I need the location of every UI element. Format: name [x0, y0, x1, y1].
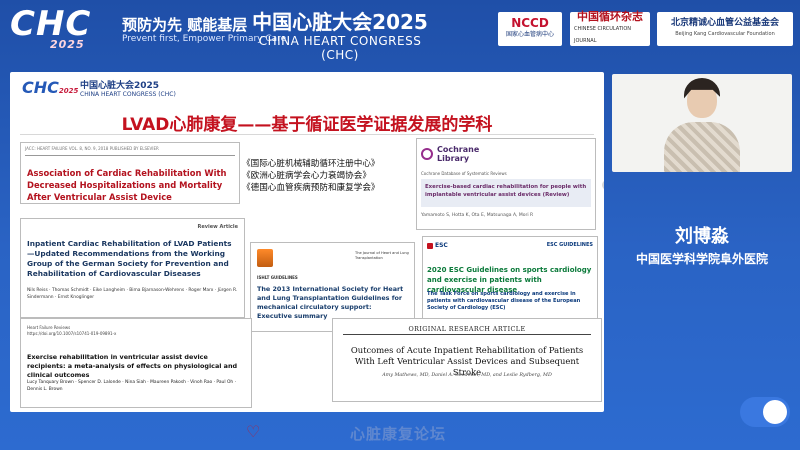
congress-title-english: CHINA HEART CONGRESS (CHC) — [258, 34, 422, 62]
heart-logo-icon: ♡ — [246, 422, 261, 441]
meta-divider — [25, 155, 235, 156]
toggle-switch[interactable] — [740, 397, 790, 427]
presentation-slide: CHC2025 中国心脏大会2025 CHINA HEART CONGRESS … — [10, 72, 604, 412]
speaker-body — [664, 122, 740, 172]
paper-title: Inpatient Cardiac Rehabilitation of LVAD… — [27, 239, 232, 278]
paper-title: The 2013 International Society for Heart… — [257, 285, 404, 320]
article-type-tag: Review Article — [197, 224, 238, 230]
slide-logo-chinese: 中国心脏大会2025 — [80, 81, 160, 91]
guideline-label: ISHLT GUIDELINES — [257, 275, 298, 280]
paper-title: Exercise-based cardiac rehabilitation fo… — [421, 179, 591, 207]
esc-guidelines-label: ESC GUIDELINES — [546, 242, 593, 248]
cochrane-header: Cochrane Library — [421, 145, 479, 163]
paper-authors: Lucy Tanquary Brown · Spencer D. Lalonde… — [27, 380, 236, 392]
paper-card-inpatient-rehab: Review Article Inpatient Cardiac Rehabil… — [20, 218, 245, 318]
nccd-logo-text: NCCD — [511, 16, 549, 30]
article-type-label: ORIGINAL RESEARCH ARTICLE — [408, 325, 526, 333]
forum-name: 心脏康复论坛 — [350, 425, 447, 443]
cochrane-logo-icon — [421, 148, 433, 160]
title-divider — [20, 134, 594, 135]
slide-logo-english: CHINA HEART CONGRESS (CHC) — [80, 91, 176, 98]
organization-item: 《德国心血管疾病预防和康复学会》 — [242, 183, 380, 193]
esc-header: ESC ESC GUIDELINES — [427, 242, 593, 252]
foundation-logo: 北京精诚心血管公益基金会 Beijing Kang Cardiovascular… — [657, 12, 793, 46]
journal-name: Heart Failure Reviews — [27, 325, 71, 330]
nccd-logo-subtext: 国家心血管病中心 — [505, 31, 554, 38]
speaker-figure — [662, 78, 742, 172]
paper-authors: Amy Mathews, MD, Daniel A. Goodman, MD, … — [382, 373, 552, 378]
slide-next-arrow-icon[interactable]: › — [602, 180, 604, 190]
paper-card-jacc: JACC: HEART FAILURE VOL. 8, NO. 9, 2018 … — [20, 142, 240, 204]
journal-logo-subtext: CHINESE CIRCULATION JOURNAL — [574, 26, 632, 44]
elsevier-logo-icon — [257, 249, 273, 267]
paper-title: Exercise rehabilitation in ventricular a… — [27, 353, 238, 379]
organization-item: 《国际心脏机械辅助循环注册中心》 — [242, 159, 380, 169]
chc-logo-year: 2025 — [50, 38, 85, 51]
header-bar: CHC 2025 预防为先 赋能基层 Prevent first, Empowe… — [0, 0, 800, 62]
paper-card-cochrane: Cochrane Library Cochrane Database of Sy… — [416, 138, 596, 230]
speaker-name: 刘博淼 — [675, 226, 729, 247]
organization-list: 《国际心脏机械辅助循环注册中心》 《欧洲心脏病学会心力衰竭协会》 《德国心血管疾… — [242, 158, 418, 194]
nccd-logo: NCCD 国家心血管病中心 — [498, 12, 562, 46]
label-rule — [343, 334, 591, 335]
slide-chc-logo: CHC2025 — [22, 78, 78, 97]
chc-logo: CHC 2025 — [10, 4, 91, 51]
journal-doi: https://doi.org/10.1007/s10741-019-09891… — [27, 331, 117, 336]
paper-title: Association of Cardiac Rehabilitation Wi… — [27, 168, 227, 202]
journal-info: Heart Failure Reviews https://doi.org/10… — [27, 325, 116, 337]
circulation-journal-logo: 中国循环杂志 CHINESE CIRCULATION JOURNAL — [570, 10, 650, 46]
journal-name: The Journal of Heart and Lung Transplant… — [355, 251, 409, 260]
paper-authors: Yamamoto S, Hotta K, Ota E, Matsunaga A,… — [421, 213, 534, 218]
cochrane-brand-line2: Library — [437, 154, 470, 163]
slide-title: LVAD心肺康复——基于循证医学证据发展的学科 — [121, 115, 493, 135]
paper-card-meta-analysis: Heart Failure Reviews https://doi.org/10… — [20, 318, 252, 408]
foundation-logo-subtext: Beijing Kang Cardiovascular Foundation — [675, 31, 775, 37]
foundation-logo-text: 北京精诚心血管公益基金会 — [670, 18, 779, 28]
paper-authors: Nils Reiss · Thomas Schmidt · Eike Langh… — [27, 288, 238, 300]
slide-logo-text: CHC — [22, 78, 59, 97]
task-force-text: The Task Force on sports cardiology and … — [427, 291, 581, 311]
cochrane-brand: Cochrane Library — [437, 145, 479, 163]
congress-title-chinese: 中国心脏大会2025 — [252, 10, 428, 34]
slide-logo-year: 2025 — [58, 87, 79, 95]
cochrane-database: Cochrane Database of Systematic Reviews — [421, 171, 507, 176]
cochrane-brand-line1: Cochrane — [437, 145, 480, 154]
paper-card-stroke-outcomes: ORIGINAL RESEARCH ARTICLE Outcomes of Ac… — [332, 318, 602, 402]
journal-logo-text: 中国循环杂志 — [577, 10, 643, 23]
toggle-knob[interactable] — [763, 400, 787, 424]
speaker-video-feed — [612, 74, 792, 172]
speaker-affiliation: 中国医学科学院阜外医院 — [635, 252, 768, 266]
esc-logo: ESC — [427, 242, 448, 249]
slogan-chinese: 预防为先 赋能基层 — [122, 16, 248, 34]
paper-meta: JACC: HEART FAILURE VOL. 8, NO. 9, 2018 … — [25, 146, 159, 151]
organization-item: 《欧洲心脏病学会心力衰竭协会》 — [242, 171, 371, 181]
